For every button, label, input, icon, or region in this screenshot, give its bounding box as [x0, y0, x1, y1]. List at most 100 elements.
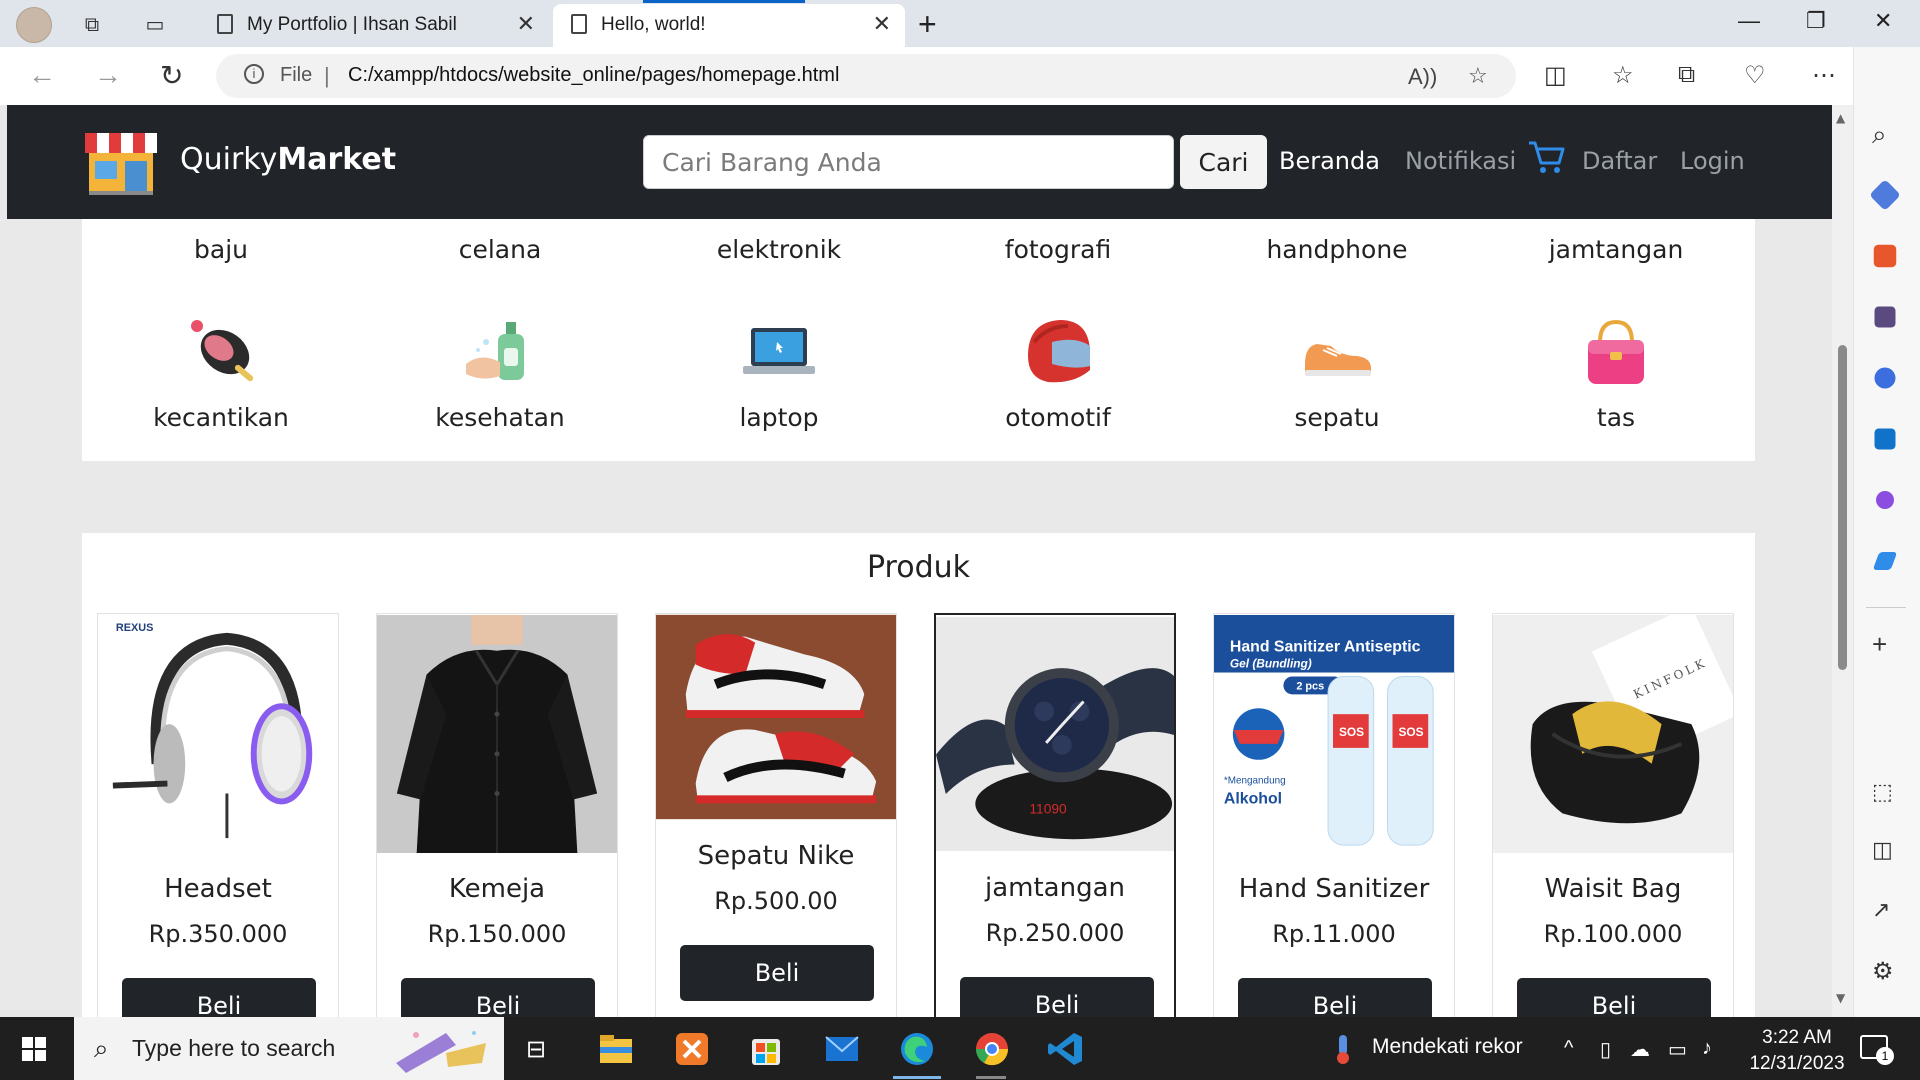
tab-actions-icon[interactable]: ▭ — [141, 10, 169, 38]
close-window-icon[interactable]: ✕ — [1874, 8, 1892, 34]
minimize-icon[interactable]: — — [1738, 8, 1760, 34]
thermometer-icon[interactable] — [1330, 1033, 1356, 1065]
sanitizer-bottle-brand: SOS — [1339, 725, 1364, 739]
category-laptop[interactable]: laptop — [679, 403, 879, 432]
sanitizer-alcohol-text: Alkohol — [1224, 790, 1282, 807]
buy-button[interactable]: Beli — [960, 977, 1154, 1017]
sidebar-toggle-icon[interactable]: ◫ — [1872, 837, 1893, 863]
search-icon[interactable]: ⌕ — [1872, 119, 1887, 151]
send-icon[interactable] — [1872, 552, 1898, 570]
tools-icon[interactable] — [1873, 244, 1897, 268]
clock[interactable]: 3:22 AM 12/31/2023 — [1742, 1025, 1852, 1077]
buy-button[interactable]: Beli — [680, 945, 874, 1001]
waist-bag-image: KINFOLK — [1493, 614, 1733, 854]
category-kesehatan[interactable]: kesehatan — [400, 403, 600, 432]
product-card[interactable]: Kemeja Rp.150.000 Beli — [376, 613, 618, 1017]
shopping-tag-icon[interactable] — [1869, 179, 1901, 211]
browser-essentials-icon[interactable]: ♡ — [1744, 61, 1766, 90]
buy-button[interactable]: Beli — [1517, 978, 1711, 1017]
screenshot-icon[interactable]: ⬚ — [1872, 779, 1893, 805]
file-explorer-icon[interactable] — [596, 1029, 636, 1069]
device-icon[interactable]: ▯ — [1600, 1037, 1611, 1062]
product-card[interactable]: 11090 jamtangan Rp.250.000 Beli — [934, 613, 1176, 1017]
shoe-icon — [1305, 344, 1371, 376]
category-sepatu[interactable]: sepatu — [1237, 403, 1437, 432]
nav-link-beranda[interactable]: Beranda — [1279, 147, 1380, 175]
vscode-icon[interactable] — [1046, 1029, 1086, 1069]
scroll-down-icon[interactable]: ▼ — [1836, 991, 1845, 1005]
refresh-icon[interactable]: ↻ — [160, 59, 183, 92]
product-name: jamtangan — [984, 873, 1125, 903]
page-scrollbar[interactable]: ▲ ▼ — [1832, 105, 1853, 1017]
open-external-icon[interactable]: ↗ — [1872, 897, 1890, 923]
category-kecantikan[interactable]: kecantikan — [121, 403, 321, 432]
watch-stand-text: 11090 — [1029, 802, 1067, 817]
nav-link-login[interactable]: Login — [1680, 147, 1745, 175]
product-card[interactable]: REXUS Headset Rp.350.000 Beli — [97, 613, 339, 1017]
designer-icon[interactable] — [1876, 491, 1894, 509]
category-otomotif[interactable]: otomotif — [958, 403, 1158, 432]
add-icon[interactable]: + — [1872, 629, 1887, 660]
mail-icon[interactable] — [822, 1029, 862, 1069]
profile-avatar[interactable] — [16, 7, 52, 43]
back-icon[interactable]: ← — [28, 59, 56, 91]
battery-icon[interactable]: ▭ — [1668, 1037, 1687, 1062]
tab-hello-world[interactable]: Hello, world! ✕ — [553, 0, 905, 47]
nav-link-notifikasi[interactable]: Notifikasi — [1405, 147, 1516, 175]
task-view-icon[interactable]: ⊟ — [526, 1035, 546, 1064]
site-info-icon[interactable]: i — [244, 64, 264, 84]
weather-text[interactable]: Mendekati rekor — [1372, 1035, 1523, 1059]
tab-portfolio[interactable]: My Portfolio | Ihsan Sabil ✕ — [199, 4, 549, 47]
category-label: tas — [1596, 403, 1636, 432]
xampp-icon[interactable] — [672, 1029, 712, 1069]
close-tab-icon[interactable]: ✕ — [873, 11, 891, 37]
split-screen-icon[interactable]: ◫ — [1544, 61, 1567, 90]
restore-icon[interactable]: ❐ — [1806, 8, 1826, 34]
cart-icon[interactable] — [1527, 137, 1567, 177]
settings-gear-icon[interactable]: ⚙ — [1872, 957, 1894, 986]
read-aloud-icon[interactable]: A)) — [1408, 64, 1437, 90]
category-baju[interactable]: baju — [121, 235, 321, 264]
games-icon[interactable] — [1874, 306, 1896, 328]
category-jamtangan[interactable]: jamtangan — [1516, 235, 1716, 264]
microsoft-store-icon[interactable] — [746, 1029, 786, 1069]
buy-button[interactable]: Beli — [1238, 978, 1432, 1017]
favorites-icon[interactable]: ☆ — [1612, 61, 1634, 90]
category-tas[interactable]: tas — [1516, 403, 1716, 432]
buy-button[interactable]: Beli — [401, 978, 595, 1017]
address-field[interactable]: i File | C:/xampp/htdocs/website_online/… — [216, 54, 1516, 98]
more-options-icon[interactable]: ⋯ — [1812, 61, 1836, 90]
notification-center-icon[interactable]: 1 — [1860, 1035, 1894, 1065]
close-tab-icon[interactable]: ✕ — [517, 11, 535, 37]
taskbar-search-box[interactable]: ⌕ Type here to search — [74, 1017, 504, 1080]
microsoft-365-icon[interactable] — [1874, 367, 1896, 389]
store-logo-icon[interactable] — [83, 127, 159, 197]
windows-start-icon[interactable] — [22, 1037, 46, 1061]
product-card[interactable]: Hand Sanitizer Antiseptic Gel (Bundling)… — [1213, 613, 1455, 1017]
volume-icon[interactable]: ♪ — [1702, 1037, 1712, 1060]
search-input[interactable] — [643, 135, 1174, 189]
outlook-icon[interactable] — [1874, 428, 1896, 450]
new-tab-icon[interactable]: + — [918, 6, 937, 43]
search-button[interactable]: Cari — [1180, 135, 1267, 189]
url-text[interactable]: C:/xampp/htdocs/website_online/pages/hom… — [348, 64, 839, 87]
category-handphone[interactable]: handphone — [1237, 235, 1437, 264]
workspaces-icon[interactable]: ⧉ — [78, 10, 106, 38]
brand-name[interactable]: QuirkyMarket — [180, 142, 396, 177]
cloud-icon[interactable]: ☁ — [1630, 1037, 1650, 1062]
show-hidden-icons-icon[interactable]: ^ — [1564, 1037, 1573, 1060]
product-card[interactable]: Sepatu Nike Rp.500.00 Beli — [655, 613, 897, 1017]
scroll-up-icon[interactable]: ▲ — [1836, 111, 1845, 125]
category-fotografi[interactable]: fotografi — [958, 235, 1158, 264]
category-elektronik[interactable]: elektronik — [679, 235, 879, 264]
product-card[interactable]: KINFOLK Waisit Bag Rp.100.000 Beli — [1492, 613, 1734, 1017]
chrome-icon[interactable] — [972, 1029, 1012, 1069]
edge-browser-icon[interactable] — [897, 1029, 937, 1069]
buy-button[interactable]: Beli — [122, 978, 316, 1017]
nav-link-daftar[interactable]: Daftar — [1582, 147, 1657, 175]
favorite-star-icon[interactable]: ☆ — [1468, 64, 1488, 89]
forward-icon[interactable]: → — [94, 59, 122, 91]
collections-icon[interactable]: ⧉ — [1678, 61, 1695, 89]
scroll-thumb[interactable] — [1838, 345, 1847, 670]
category-celana[interactable]: celana — [400, 235, 600, 264]
